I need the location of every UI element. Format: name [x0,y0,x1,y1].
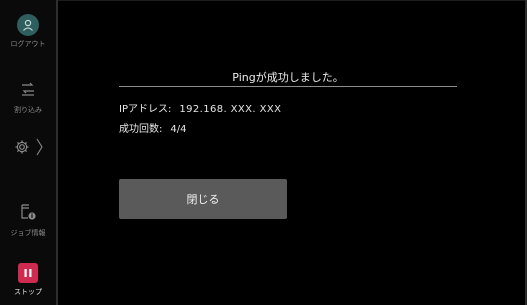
settings-button[interactable] [0,138,56,160]
success-count-row: 成功回数: 4/4 [119,120,186,135]
close-button[interactable]: 閉じる [119,179,287,219]
ping-result-screen: ログアウト 割り込み ジョブ情報 ストップ Pingが成功しました。 IPアドレ… [0,0,527,305]
job-info-label: ジョブ情報 [10,229,46,237]
success-count-value: 4/4 [170,124,187,135]
job-info-icon [19,203,37,225]
sidebar: ログアウト 割り込み ジョブ情報 ストップ [0,0,58,305]
interrupt-icon [19,80,37,102]
logout-label: ログアウト [10,40,46,48]
job-info-button[interactable]: ジョブ情報 [0,203,56,238]
title-divider [119,86,457,87]
stop-label: ストップ [14,288,42,296]
logout-button[interactable]: ログアウト [0,14,56,49]
ip-address-row: IPアドレス: 192.168. XXX. XXX [119,100,281,115]
stop-button[interactable]: ストップ [0,263,56,297]
dialog-title: Pingが成功しました。 [232,71,344,84]
success-count-label: 成功回数: [119,124,163,135]
ip-address-value: 192.168. XXX. XXX [179,104,282,115]
top-divider [58,0,527,1]
chevron-right-icon [36,138,43,160]
interrupt-button[interactable]: 割り込み [0,80,56,115]
ip-address-label: IPアドレス: [119,104,172,115]
gear-icon [14,139,30,159]
user-icon [17,14,39,36]
pause-icon [18,263,38,283]
interrupt-label: 割り込み [14,106,42,114]
